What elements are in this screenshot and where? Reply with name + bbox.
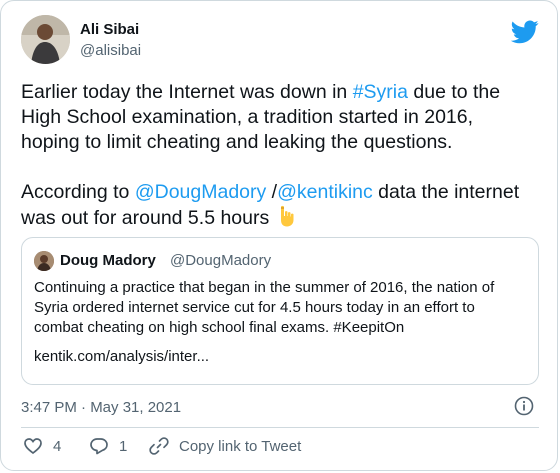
tweet-text-segment: Earlier today the Internet was down in <box>21 81 353 103</box>
quoted-tweet[interactable]: Doug Madory @DougMadory Continuing a pra… <box>21 237 539 385</box>
author-handle[interactable]: @alisibai <box>80 42 141 59</box>
quoted-author-handle[interactable]: @DougMadory <box>170 252 271 269</box>
mention-dougmadory-link[interactable]: @DougMadory <box>135 181 266 203</box>
quoted-author-name[interactable]: Doug Madory <box>60 252 156 269</box>
quoted-author-avatar[interactable] <box>34 251 54 271</box>
author-name[interactable]: Ali Sibai <box>80 21 139 38</box>
mention-kentikinc-link[interactable]: @kentikinc <box>277 181 373 203</box>
tweet-body: Earlier today the Internet was down in #… <box>21 80 546 231</box>
reply-button[interactable]: 1 <box>89 436 127 456</box>
heart-icon <box>24 438 42 455</box>
quoted-tweet-text: Continuing a practice that began in the … <box>34 279 495 336</box>
tweet-card: Ali Sibai @alisibai Earlier today the In… <box>0 0 558 471</box>
copy-link-button[interactable]: Copy link to Tweet <box>149 436 301 456</box>
info-icon[interactable] <box>514 396 534 416</box>
like-button[interactable]: 4 <box>23 436 61 456</box>
reply-count: 1 <box>119 437 128 455</box>
author-avatar[interactable] <box>21 15 70 64</box>
like-count: 4 <box>53 437 62 455</box>
tweet-text-segment: / <box>266 181 278 203</box>
twitter-bird-icon[interactable] <box>511 20 539 44</box>
copy-link-label: Copy link to Tweet <box>179 437 302 455</box>
tweet-timestamp[interactable]: 3:47 PM · May 31, 2021 <box>21 399 181 416</box>
divider <box>21 427 539 428</box>
hashtag-syria-link[interactable]: #Syria <box>353 81 408 103</box>
link-icon <box>149 437 169 455</box>
reply-icon <box>90 438 108 455</box>
point-down-emoji <box>280 205 294 227</box>
quoted-tweet-url[interactable]: kentik.com/analysis/inter... <box>34 348 209 365</box>
